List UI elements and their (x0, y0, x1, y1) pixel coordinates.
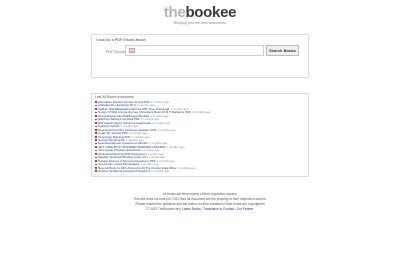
logo-wordmark: thebookee (0, 5, 400, 20)
site-logo[interactable]: thebookee Bringing you the best document… (0, 5, 400, 25)
book-title-link[interactable]: Sumber Wirdbirna Factoriel 8 Seddrina (98, 169, 150, 173)
bullet-icon (95, 160, 97, 162)
search-label: PDF Ebooks: (106, 50, 128, 54)
download-age: 1 months ago (177, 165, 196, 170)
search-heading: I look for a PDF Ebook about : (96, 38, 147, 42)
logo-part-bookee: bookee (185, 4, 237, 21)
bullet-icon (95, 115, 97, 117)
bullet-icon (95, 167, 97, 169)
download-age: 1 months ago (166, 144, 185, 149)
latest-books-link[interactable]: Latest Books (182, 207, 200, 211)
bullet-icon (95, 132, 97, 135)
bullet-icon (95, 101, 97, 103)
download-age: 1 months ago (152, 120, 171, 125)
download-age: 1 months ago (192, 110, 211, 115)
translation-contact-link[interactable]: Translation in Contact (203, 207, 234, 211)
bullet-icon (95, 129, 97, 131)
download-age: 1 months ago (150, 169, 170, 174)
bullet-icon (95, 104, 97, 107)
recent-downloads-list: Fiberglass Replica Scorpio III Hull PDF1… (95, 100, 211, 174)
bullet-icon (95, 142, 97, 145)
footer: All books are the property of their resp… (0, 192, 400, 212)
footer-links: © 2022 TheBookee.net | Latest Books | Tr… (146, 207, 254, 211)
bullet-icon (95, 108, 97, 110)
search-input[interactable] (125, 45, 264, 56)
bullet-icon (95, 125, 97, 128)
search-panel: I look for a PDF Ebook about : PDF Ebook… (91, 34, 309, 78)
bullet-icon (95, 153, 97, 155)
keyboard-icon (129, 48, 135, 53)
logo-tagline: Bringing you the best documents (173, 21, 227, 25)
download-age: 1 months ago (157, 127, 176, 132)
download-age: 1 months ago (156, 158, 175, 163)
bullet-icon (95, 163, 97, 166)
copyright-text: © 2022 TheBookee.net (146, 207, 180, 211)
bullet-icon (95, 146, 97, 148)
bullet-icon (95, 170, 97, 173)
search-books-button[interactable]: Search Books (266, 45, 299, 56)
list-item[interactable]: Sumber Wirdbirna Factoriel 8 Seddrina1 m… (95, 169, 210, 174)
bullet-icon (95, 122, 97, 124)
bullet-icon (95, 139, 97, 141)
bullet-icon (95, 156, 97, 159)
our-partner-link[interactable]: Our Partner (237, 207, 254, 211)
recent-downloads-heading: Last 50 Books downloads (95, 95, 134, 99)
recent-downloads-panel: Last 50 Books downloads Fiberglass Repli… (91, 93, 309, 177)
bullet-icon (95, 149, 97, 152)
logo-part-the: the (163, 4, 186, 21)
bullet-icon (95, 135, 97, 138)
bullet-icon (95, 111, 97, 114)
bullet-icon (95, 118, 97, 121)
